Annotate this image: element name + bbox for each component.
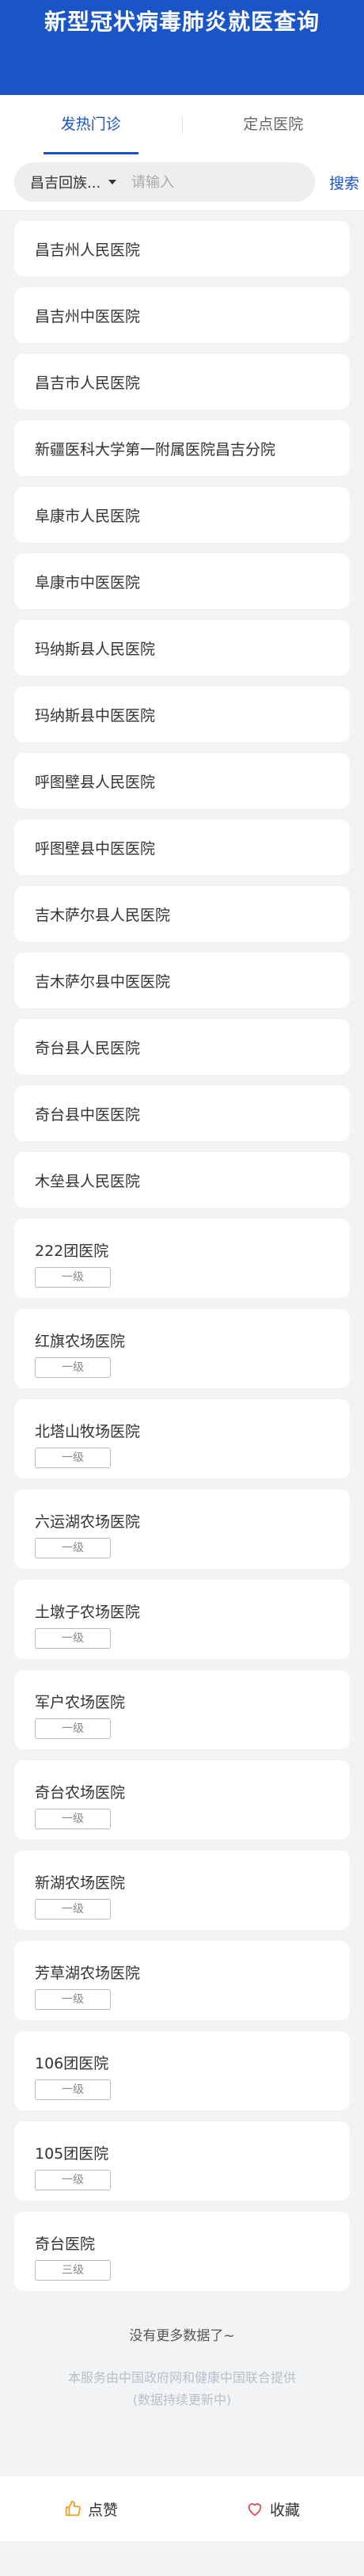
hospital-name: 奇台县中医医院 bbox=[35, 1105, 141, 1124]
hospital-name: 新湖农场医院 bbox=[35, 1874, 126, 1892]
hospital-name: 呼图壁县中医医院 bbox=[35, 839, 156, 858]
hospital-level-badge: 一级 bbox=[35, 1628, 111, 1649]
hospital-name: 木垒县人民医院 bbox=[35, 1172, 141, 1190]
hospital-card[interactable]: 奇台县中医医院 bbox=[14, 1086, 350, 1141]
like-button-label: 点赞 bbox=[87, 2501, 118, 2519]
like-button[interactable]: 点赞 bbox=[0, 2498, 182, 2520]
tab-fever-clinic[interactable]: 发热门诊 bbox=[0, 95, 182, 154]
footer-note-line: (数据持续更新中) bbox=[132, 2392, 232, 2407]
hospital-level-badge: 一级 bbox=[35, 1538, 111, 1558]
hospital-name: 昌吉市人民医院 bbox=[35, 374, 141, 392]
hospital-card[interactable]: 阜康市中医医院 bbox=[14, 554, 350, 609]
hospital-name: 吉木萨尔县中医医院 bbox=[35, 972, 171, 991]
hospital-level-badge: 一级 bbox=[35, 1448, 111, 1468]
hospital-name: 玛纳斯县中医医院 bbox=[35, 706, 156, 725]
hospital-level-badge: 一级 bbox=[35, 1267, 111, 1288]
hospital-card[interactable]: 昌吉市人民医院 bbox=[14, 354, 350, 409]
hospital-name: 阜康市人民医院 bbox=[35, 507, 141, 525]
hospital-card[interactable]: 呼图壁县中医医院 bbox=[14, 820, 350, 875]
hospital-name: 奇台医院 bbox=[35, 2235, 96, 2253]
search-bar: 昌吉回族... 搜索 bbox=[0, 154, 364, 210]
search-button[interactable]: 搜索 bbox=[329, 172, 359, 193]
hospital-card[interactable]: 昌吉州人民医院 bbox=[14, 221, 350, 276]
hospital-card[interactable]: 新湖农场医院 一级 bbox=[14, 1851, 350, 1930]
hospital-level-badge: 一级 bbox=[35, 2079, 111, 2100]
hospital-card[interactable]: 吉木萨尔县人民医院 bbox=[14, 886, 350, 942]
hospital-name: 昌吉州中医医院 bbox=[35, 307, 141, 325]
hospital-card[interactable]: 玛纳斯县人民医院 bbox=[14, 620, 350, 675]
hospital-name: 红旗农场医院 bbox=[35, 1333, 126, 1350]
hospital-card[interactable]: 红旗农场医院 一级 bbox=[14, 1309, 350, 1388]
hospital-name: 105团医院 bbox=[35, 2145, 109, 2163]
hospital-card[interactable]: 阜康市人民医院 bbox=[14, 487, 350, 542]
page-header: 新型冠状病毒肺炎就医查询 bbox=[0, 0, 364, 95]
hospital-name: 222团医院 bbox=[35, 1242, 109, 1260]
search-box: 昌吉回族... bbox=[14, 162, 315, 202]
bottom-action-bar: 点赞 收藏 bbox=[0, 2476, 364, 2541]
footer-note-line: 本服务由中国政府网和健康中国联合提供 bbox=[67, 2370, 296, 2385]
hospital-card[interactable]: 土墩子农场医院 一级 bbox=[14, 1580, 350, 1659]
hospital-card[interactable]: 奇台县人民医院 bbox=[14, 1019, 350, 1075]
hospital-level-badge: 一级 bbox=[35, 1357, 111, 1378]
hospital-name: 北塔山牧场医院 bbox=[35, 1423, 141, 1440]
hospital-level-badge: 三级 bbox=[35, 2260, 111, 2281]
hospital-name: 奇台县人民医院 bbox=[35, 1039, 141, 1057]
tab-bar: 发热门诊 定点医院 bbox=[0, 95, 364, 154]
hospital-level-badge: 一级 bbox=[35, 2170, 111, 2190]
hospital-card[interactable]: 222团医院 一级 bbox=[14, 1219, 350, 1298]
hospital-card[interactable]: 新疆医科大学第一附属医院昌吉分院 bbox=[14, 420, 350, 476]
hospital-level-badge: 一级 bbox=[35, 1718, 111, 1739]
hospital-card[interactable]: 105团医院 一级 bbox=[14, 2121, 350, 2201]
hospital-name: 土墩子农场医院 bbox=[35, 1604, 141, 1621]
hospital-card[interactable]: 奇台医院 三级 bbox=[14, 2212, 350, 2291]
page-title: 新型冠状病毒肺炎就医查询 bbox=[44, 9, 320, 35]
list-end-text: 没有更多数据了~ bbox=[129, 2328, 235, 2344]
hospital-name: 芳草湖农场医院 bbox=[35, 1965, 141, 1982]
hospital-name: 106团医院 bbox=[35, 2055, 109, 2072]
hospital-level-badge: 一级 bbox=[35, 1899, 111, 1920]
hospital-card[interactable]: 木垒县人民医院 bbox=[14, 1152, 350, 1208]
region-select[interactable]: 昌吉回族... bbox=[30, 172, 131, 192]
hospital-name: 吉木萨尔县人民医院 bbox=[35, 906, 171, 924]
caret-down-icon bbox=[108, 180, 117, 185]
hospital-name: 昌吉州人民医院 bbox=[35, 241, 141, 259]
hospital-level-badge: 一级 bbox=[35, 1989, 111, 2010]
hospital-card[interactable]: 六运湖农场医院 一级 bbox=[14, 1490, 350, 1569]
hospital-card[interactable]: 玛纳斯县中医医院 bbox=[14, 687, 350, 742]
thumbs-up-icon bbox=[65, 2500, 81, 2517]
hospital-level-badge: 一级 bbox=[35, 1809, 111, 1829]
hospital-name: 新疆医科大学第一附属医院昌吉分院 bbox=[35, 440, 276, 459]
hospital-card[interactable]: 106团医院一级 bbox=[14, 2031, 350, 2110]
hospital-card[interactable]: 呼图壁县人民医院 bbox=[14, 753, 350, 809]
favorite-button[interactable]: 收藏 bbox=[182, 2498, 364, 2520]
hospital-name: 奇台农场医院 bbox=[35, 1784, 126, 1802]
hospital-card[interactable]: 奇台农场医院 一级 bbox=[14, 1760, 350, 1840]
hospital-card[interactable]: 昌吉州中医医院 bbox=[14, 287, 350, 343]
favorite-button-label: 收藏 bbox=[269, 2501, 300, 2519]
hospital-name: 呼图壁县人民医院 bbox=[35, 773, 156, 791]
heart-icon bbox=[248, 2503, 262, 2517]
footer-note: 本服务由中国政府网和健康中国联合提供 (数据持续更新中) bbox=[0, 2365, 364, 2476]
hospital-name: 军户农场医院 bbox=[35, 1694, 126, 1711]
region-select-label: 昌吉回族... bbox=[30, 175, 101, 192]
tab-designated-hospital[interactable]: 定点医院 bbox=[183, 95, 364, 154]
hospital-card[interactable]: 军户农场医院 一级 bbox=[14, 1670, 350, 1749]
hospital-card[interactable]: 芳草湖农场医院 一级 bbox=[14, 1941, 350, 2020]
hospital-name: 阜康市中医医院 bbox=[35, 573, 141, 592]
search-input[interactable] bbox=[131, 173, 290, 191]
hospital-name: 六运湖农场医院 bbox=[35, 1513, 141, 1531]
hospital-name: 玛纳斯县人民医院 bbox=[35, 640, 156, 658]
hospital-list: 昌吉州人民医院 昌吉州中医医院 昌吉市人民医院新疆医科大学第一附属医院昌吉分院 阜康市… bbox=[0, 210, 364, 2291]
hospital-card[interactable]: 北塔山牧场医院 一级 bbox=[14, 1399, 350, 1478]
hospital-card[interactable]: 吉木萨尔县中医医院 bbox=[14, 953, 350, 1008]
